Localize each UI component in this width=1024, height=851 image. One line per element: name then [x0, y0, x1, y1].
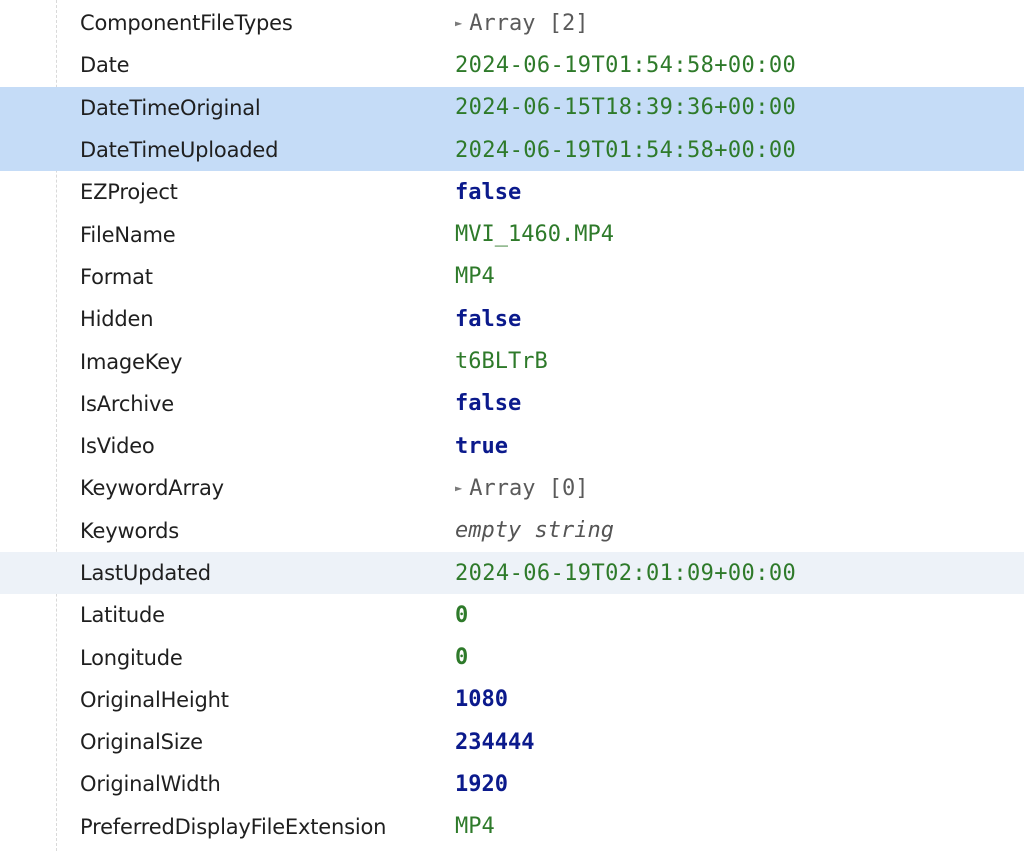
json-row-format[interactable]: Format MP4 [0, 256, 1024, 298]
json-value: 234444 [455, 729, 535, 755]
json-row-originalheight[interactable]: OriginalHeight 1080 [0, 679, 1024, 721]
json-viewer: ComponentFileTypes ► Array [2] Date 2024-… [0, 2, 1024, 848]
json-row-preferreddisplayfileextension[interactable]: PreferredDisplayFileExtension MP4 [0, 806, 1024, 848]
json-key: OriginalSize [80, 730, 203, 755]
json-value-text: Array [2] [469, 10, 589, 36]
json-row-filename[interactable]: FileName MVI_1460.MP4 [0, 213, 1024, 255]
json-row-datetimeoriginal[interactable]: DateTimeOriginal 2024-06-15T18:39:36+00:… [0, 86, 1024, 129]
json-value: 1920 [455, 771, 508, 797]
json-row-date[interactable]: Date 2024-06-19T01:54:58+00:00 [0, 44, 1024, 86]
json-key: Latitude [80, 603, 165, 628]
json-row-ezproject[interactable]: EZProject false [0, 171, 1024, 213]
json-value-text: Array [0] [469, 475, 589, 501]
json-key: KeywordArray [80, 476, 224, 501]
json-key: DateTimeUploaded [80, 138, 279, 163]
json-value: t6BLTrB [455, 349, 548, 375]
json-value: MP4 [455, 814, 495, 840]
json-value: false [455, 391, 522, 417]
json-value: 2024-06-19T02:01:09+00:00 [455, 560, 797, 586]
json-value: MP4 [455, 264, 495, 290]
json-key: ImageKey [80, 349, 183, 374]
json-key: DateTimeOriginal [80, 95, 261, 120]
json-value: MVI_1460.MP4 [455, 222, 614, 248]
json-key: PreferredDisplayFileExtension [80, 814, 387, 839]
json-key: EZProject [80, 180, 178, 205]
json-key: Format [80, 264, 153, 289]
json-row-originalsize[interactable]: OriginalSize 234444 [0, 721, 1024, 763]
json-key: IsVideo [80, 434, 155, 459]
json-row-isvideo[interactable]: IsVideo true [0, 425, 1024, 467]
json-row-keywords[interactable]: Keywords empty string [0, 510, 1024, 552]
json-key: LastUpdated [80, 561, 211, 585]
json-row-componentfiletypes[interactable]: ComponentFileTypes ► Array [2] [0, 2, 1024, 44]
json-value: 2024-06-19T01:54:58+00:00 [455, 52, 797, 78]
expand-triangle-icon[interactable]: ► [455, 481, 462, 495]
expand-triangle-icon[interactable]: ► [455, 16, 462, 30]
json-key: FileName [80, 222, 176, 247]
json-value: 2024-06-15T18:39:36+00:00 [455, 95, 797, 121]
json-key: Date [80, 53, 130, 78]
json-key: OriginalWidth [80, 772, 221, 797]
json-key: OriginalHeight [80, 687, 229, 712]
json-value: false [455, 306, 522, 332]
json-key: ComponentFileTypes [80, 11, 293, 36]
json-key: Longitude [80, 645, 183, 670]
json-value: 0 [455, 645, 469, 671]
json-row-lastupdated[interactable]: LastUpdated 2024-06-19T02:01:09+00:00 [0, 551, 1024, 595]
json-row-imagekey[interactable]: ImageKey t6BLTrB [0, 340, 1024, 382]
json-value: true [455, 433, 508, 459]
json-row-longitude[interactable]: Longitude 0 [0, 636, 1024, 678]
json-row-originalwidth[interactable]: OriginalWidth 1920 [0, 763, 1024, 805]
json-row-latitude[interactable]: Latitude 0 [0, 594, 1024, 636]
json-value: 2024-06-19T01:54:58+00:00 [455, 137, 797, 163]
json-value[interactable]: ► Array [2] [455, 11, 588, 36]
json-row-isarchive[interactable]: IsArchive false [0, 383, 1024, 425]
json-value: false [455, 179, 522, 205]
json-key: IsArchive [80, 391, 174, 416]
json-value: 0 [455, 602, 469, 628]
json-key: Hidden [80, 307, 154, 332]
json-value: empty string [455, 518, 614, 544]
json-key: Keywords [80, 518, 180, 543]
json-row-datetimeuploaded[interactable]: DateTimeUploaded 2024-06-19T01:54:58+00:… [0, 128, 1024, 172]
json-value[interactable]: ► Array [0] [455, 476, 588, 501]
json-row-hidden[interactable]: Hidden false [0, 298, 1024, 340]
json-value: 1080 [455, 687, 508, 713]
json-row-keywordarray[interactable]: KeywordArray ► Array [0] [0, 467, 1024, 509]
